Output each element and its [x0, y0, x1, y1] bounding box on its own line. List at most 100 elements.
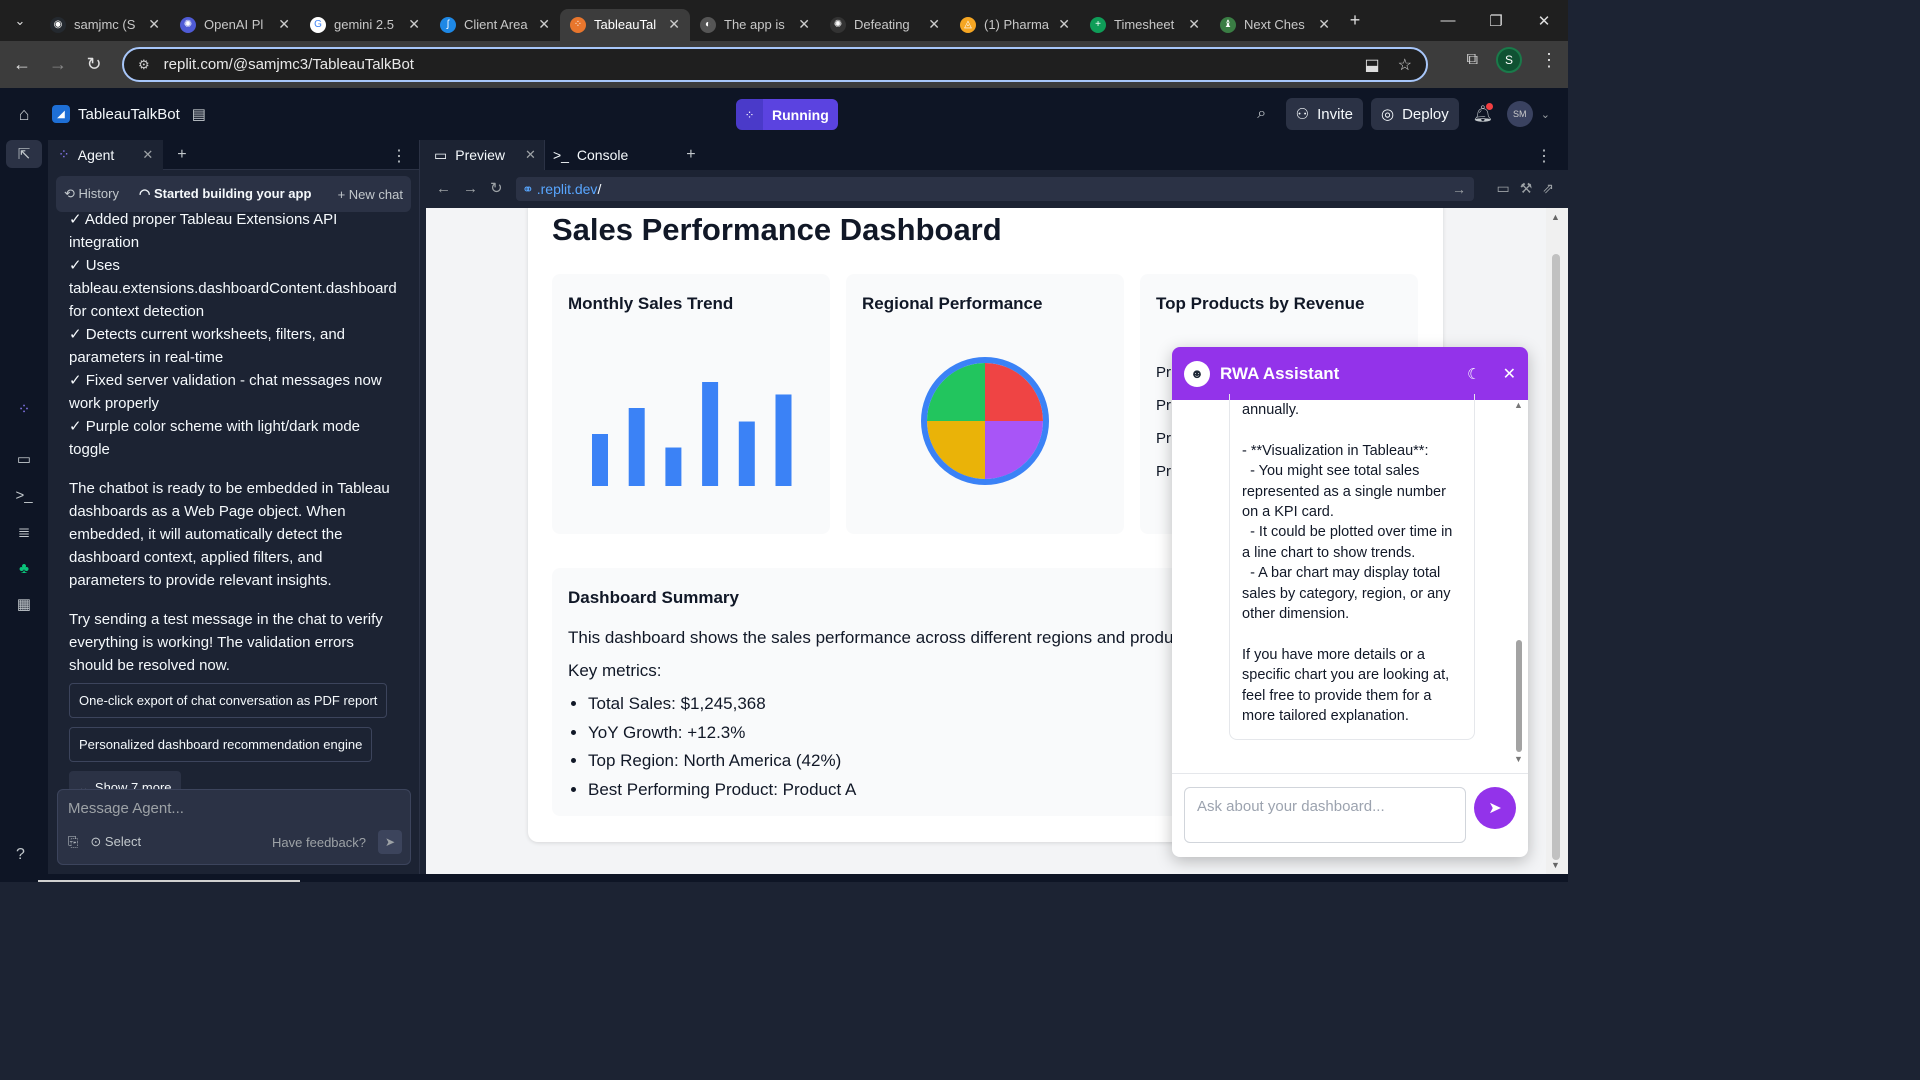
close-tab-icon[interactable]: ✕	[278, 16, 290, 33]
device-preview-icon[interactable]: ▭	[1496, 180, 1509, 197]
browser-tab[interactable]: Ggemini 2.5 ✕	[300, 9, 430, 41]
assistant-scrollbar[interactable]: ▲ ▼	[1512, 400, 1526, 770]
devtools-wrench-icon[interactable]: ⚒	[1520, 180, 1533, 197]
suggestion-chip[interactable]: One-click export of chat conversation as…	[69, 683, 388, 718]
monitor-icon: ▭	[434, 146, 448, 163]
site-info-icon[interactable]: ⚙	[138, 57, 150, 73]
tab-console[interactable]: >_ Console	[543, 140, 636, 170]
assistant-question-input[interactable]: Ask about your dashboard...	[1184, 787, 1466, 843]
current-chat-title[interactable]: ◠ Started building your app	[139, 186, 311, 202]
add-tab-icon[interactable]: +	[686, 146, 695, 164]
reload-icon[interactable]: ↻	[76, 47, 112, 83]
agent-icon[interactable]: ⁘	[0, 395, 48, 423]
browser-tab[interactable]: ⁘ TableauTal ✕	[560, 8, 690, 41]
suggestion-chip[interactable]: Personalized dashboard recommendation en…	[69, 727, 373, 762]
browser-tab[interactable]: ✺ OpenAI Pl ✕	[170, 9, 300, 41]
back-icon[interactable]: ←	[436, 180, 451, 197]
new-chat-button[interactable]: + New chat	[338, 187, 403, 202]
close-tab-icon[interactable]: ✕	[928, 16, 940, 33]
tab-preview[interactable]: ▭ Preview ✕	[426, 140, 544, 170]
user-avatar[interactable]: SM	[1506, 101, 1533, 127]
attach-icon[interactable]: ⎘	[68, 834, 78, 850]
scroll-up-arrow-icon[interactable]: ▲	[1551, 212, 1560, 222]
close-window-icon[interactable]: ✕	[1520, 0, 1568, 41]
send-icon[interactable]: ➤	[1474, 787, 1516, 829]
run-control[interactable]: ⁘ Running	[736, 99, 838, 130]
close-tab-icon[interactable]: ✕	[1188, 16, 1200, 33]
avatar-chevron-down-icon[interactable]: ⌄	[1541, 108, 1550, 121]
notifications-bell-icon[interactable]: 🔔︎	[1467, 98, 1499, 130]
close-tab-icon[interactable]: ✕	[142, 147, 153, 163]
browser-tab[interactable]: ✺ Defeating ✕	[820, 9, 950, 41]
preview-url-bar[interactable]: ⚭ .replit.dev / →	[516, 177, 1474, 201]
back-icon[interactable]: ←	[4, 47, 40, 83]
panel-menu-icon[interactable]: ⋮	[391, 146, 407, 166]
add-tab-icon[interactable]: +	[177, 146, 186, 164]
preview-scrollbar[interactable]: ▲ ▼	[1546, 208, 1568, 874]
restore-icon[interactable]: ❐	[1472, 0, 1520, 41]
agent-paragraph: The chatbot is ready to be embedded in T…	[69, 480, 390, 589]
metric-item: YoY Growth: +12.3%	[588, 719, 856, 748]
browser-tab[interactable]: ʃ Client Area ✕	[430, 9, 560, 41]
scrollbar-thumb[interactable]	[1516, 640, 1522, 752]
browser-tab[interactable]: + Timesheet ✕	[1080, 9, 1210, 41]
close-tab-icon[interactable]: ✕	[668, 16, 680, 33]
close-tab-icon[interactable]: ✕	[525, 147, 536, 163]
browser-tab[interactable]: ◬ (1) Pharma ✕	[950, 9, 1080, 41]
browser-tab[interactable]: ◐ The app is ✕	[690, 9, 820, 41]
shell-icon[interactable]: >_	[0, 481, 48, 509]
close-tab-icon[interactable]: ✕	[408, 16, 420, 33]
run-button[interactable]: Running	[763, 99, 838, 130]
scroll-down-arrow-icon[interactable]: ▼	[1514, 754, 1523, 764]
select-element-button[interactable]: ⊙ Select	[90, 834, 141, 850]
bottom-status-strip	[0, 874, 1568, 882]
bookmark-star-icon[interactable]: ☆	[1398, 55, 1412, 75]
browser-tab[interactable]: ◉ samjmc (S ✕	[40, 9, 170, 41]
home-icon[interactable]: ⌂	[0, 104, 48, 125]
scroll-down-arrow-icon[interactable]: ▼	[1551, 860, 1560, 870]
scrollbar-thumb[interactable]	[1552, 254, 1560, 860]
tab-search-icon[interactable]: ⌄	[0, 0, 40, 41]
history-button[interactable]: ⟲ History	[64, 186, 119, 202]
extensions-icon[interactable]: ⧉	[1467, 51, 1478, 69]
close-tab-icon[interactable]: ✕	[538, 16, 550, 33]
files-panel-icon[interactable]: ⇱	[6, 140, 42, 168]
close-tab-icon[interactable]: ✕	[798, 16, 810, 33]
send-message-icon[interactable]: ➤	[378, 830, 402, 854]
close-tab-icon[interactable]: ✕	[1058, 16, 1070, 33]
close-icon[interactable]: ✕	[1503, 364, 1516, 384]
forward-icon[interactable]: →	[463, 180, 478, 197]
forward-icon[interactable]: →	[40, 47, 76, 83]
tab-agent[interactable]: ⁘ Agent ✕	[48, 139, 164, 170]
project-switcher[interactable]: ◢ TableauTalkBot	[52, 105, 180, 123]
reload-icon[interactable]: ↻	[490, 179, 503, 197]
preview-monitor-icon[interactable]: ▭	[0, 445, 48, 473]
feedback-link[interactable]: Have feedback?	[272, 835, 366, 850]
panel-menu-icon[interactable]: ⋮	[1536, 146, 1552, 166]
agent-message-input[interactable]: Message Agent... ⎘ ⊙ Select Have feedbac…	[57, 789, 411, 865]
search-icon[interactable]: ⌕	[1246, 98, 1278, 130]
help-icon[interactable]: ?	[16, 846, 25, 864]
browser-tab[interactable]: ♝ Next Ches ✕	[1210, 9, 1340, 41]
profile-avatar[interactable]: S	[1496, 47, 1522, 73]
deployments-icon[interactable]: ♣	[0, 554, 48, 582]
open-new-tab-icon[interactable]: ⇗	[1542, 180, 1554, 197]
chrome-menu-icon[interactable]: ⋮	[1540, 50, 1558, 71]
database-icon[interactable]: ≣	[0, 518, 48, 546]
close-tab-icon[interactable]: ✕	[1318, 16, 1330, 33]
project-info-icon[interactable]: ▤	[192, 105, 206, 123]
install-app-icon[interactable]: ⬓	[1365, 55, 1380, 75]
dark-mode-toggle-icon[interactable]: ☾	[1467, 365, 1480, 383]
agent-list-line: ✓ Purple color scheme with light/dark mo…	[69, 418, 361, 458]
address-bar[interactable]: ⚙ replit.com/@samjmc3/TableauTalkBot ⬓ ☆	[122, 47, 1428, 82]
scroll-up-arrow-icon[interactable]: ▲	[1514, 400, 1523, 410]
close-tab-icon[interactable]: ✕	[148, 16, 160, 33]
deploy-button[interactable]: ◎ Deploy	[1370, 98, 1459, 130]
deploy-icon: ◎	[1380, 106, 1395, 123]
all-tools-grid-icon[interactable]: ▦	[0, 590, 48, 618]
tab-title: Timesheet	[1114, 17, 1175, 32]
invite-button[interactable]: ⚇ Invite	[1285, 98, 1363, 130]
new-tab-button[interactable]: +	[1340, 10, 1370, 31]
minimize-icon[interactable]: —	[1424, 0, 1472, 41]
go-arrow-icon[interactable]: →	[1452, 181, 1466, 197]
